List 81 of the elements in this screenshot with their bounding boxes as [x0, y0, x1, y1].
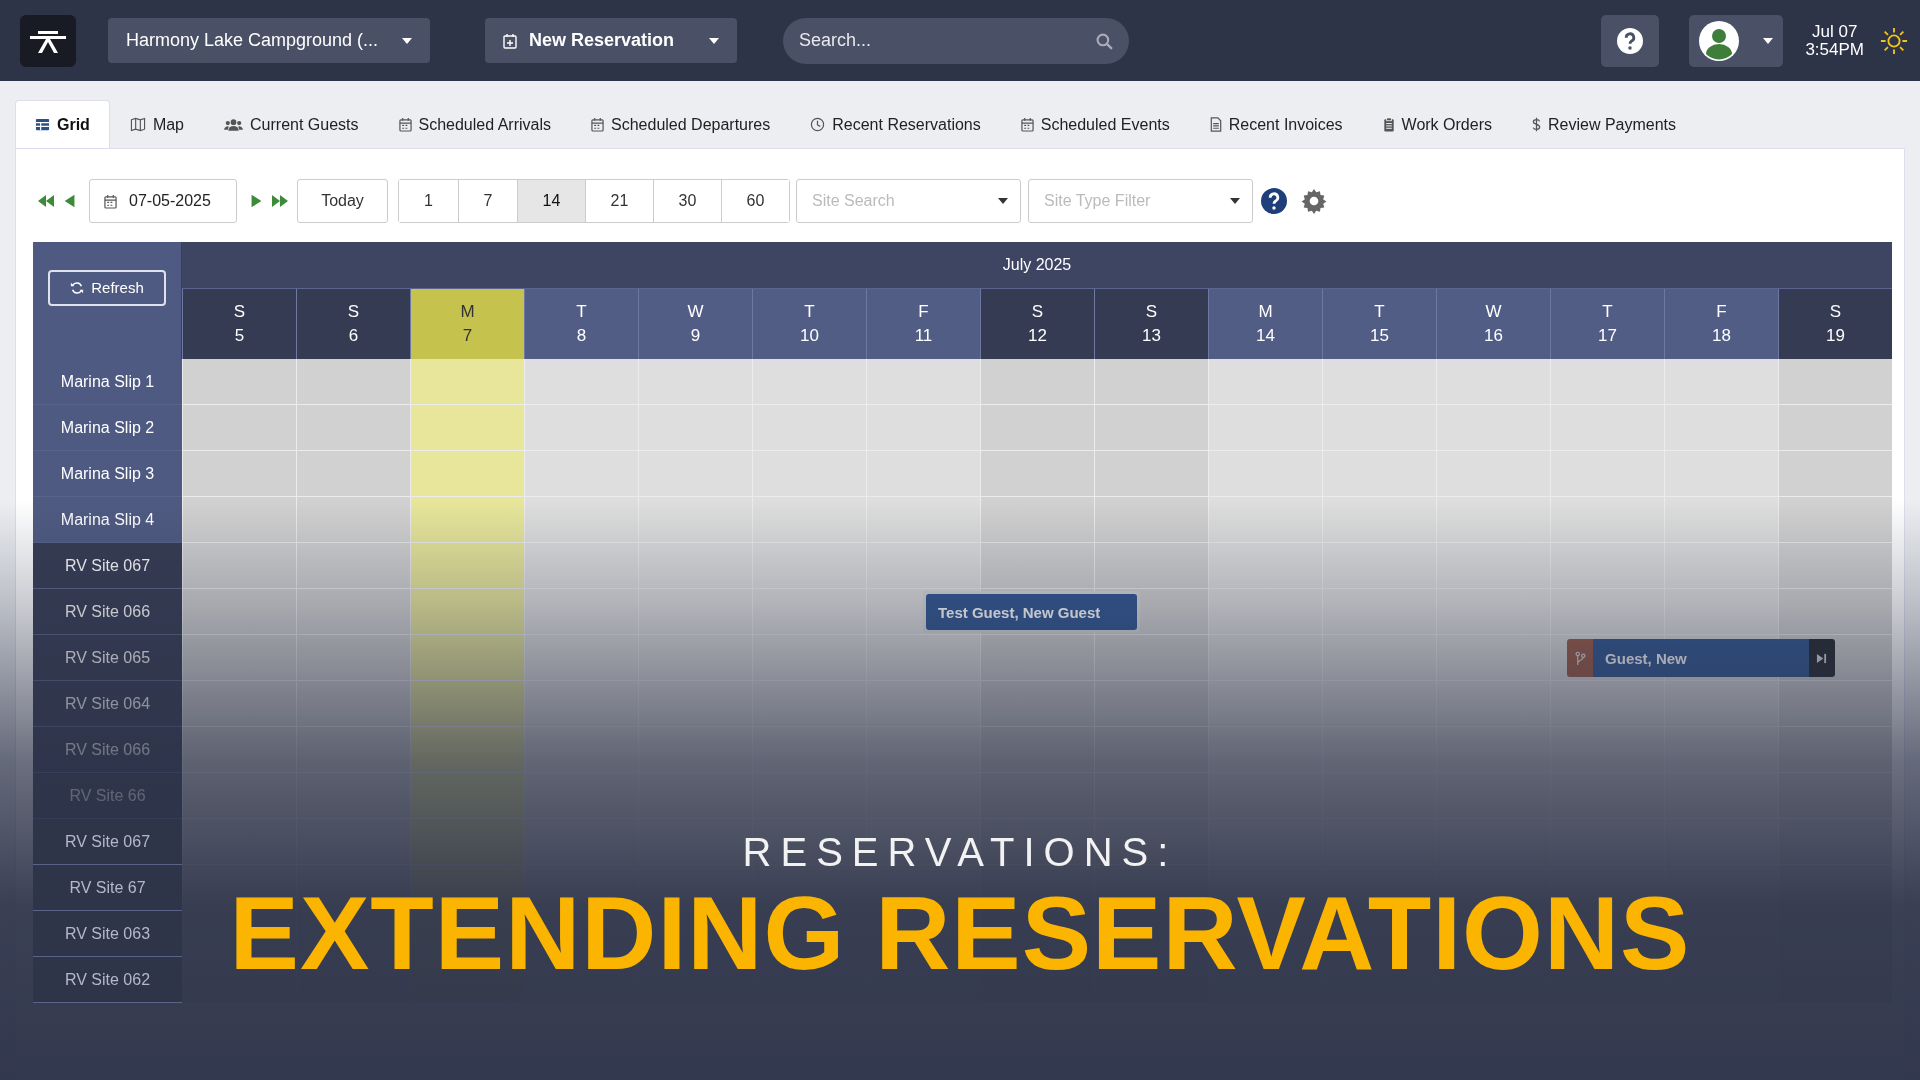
sun-icon[interactable]	[1880, 26, 1908, 55]
tab[interactable]: Work Orders	[1362, 100, 1512, 148]
site-label[interactable]: RV Site 064	[33, 681, 182, 727]
calendar-icon	[398, 117, 412, 132]
user-menu-button[interactable]	[1689, 14, 1784, 67]
caret-icon	[1230, 198, 1240, 204]
branch-icon[interactable]	[1567, 639, 1594, 677]
day-header[interactable]: T 15	[1322, 289, 1436, 359]
tab[interactable]: Scheduled Arrivals	[378, 100, 571, 148]
caret-icon	[402, 37, 412, 44]
day-header[interactable]: S 13	[1094, 289, 1208, 359]
day-header[interactable]: W 16	[1436, 289, 1550, 359]
search-field[interactable]: Search...	[783, 17, 1129, 64]
help-icon	[1617, 27, 1644, 54]
calendar-icon	[104, 193, 117, 209]
grid-icon	[35, 117, 50, 132]
date-field[interactable]: 07-05-2025	[89, 179, 237, 223]
reservation-bar[interactable]: Guest, New	[1593, 639, 1809, 677]
site-label[interactable]: RV Site 67	[33, 865, 182, 911]
day-header[interactable]: M 7	[410, 289, 524, 359]
day-header[interactable]: S 12	[980, 289, 1094, 359]
site-label[interactable]: Marina Slip 4	[33, 497, 182, 543]
day-header[interactable]: S 6	[296, 289, 410, 359]
day-header[interactable]: T 10	[752, 289, 866, 359]
clock-icon	[810, 117, 826, 132]
site-label[interactable]: Marina Slip 2	[33, 405, 182, 451]
search-icon	[1096, 32, 1113, 50]
tab[interactable]: Map	[109, 100, 204, 148]
calendar-plus-icon	[503, 32, 517, 49]
tab[interactable]: Recent Reservations	[790, 100, 1001, 148]
tab[interactable]: Scheduled Events	[1000, 100, 1190, 148]
avatar-icon	[1699, 20, 1740, 61]
date-text: Jul 07	[1811, 22, 1859, 41]
range-button[interactable]: 60	[721, 180, 789, 222]
clipboard-icon	[1382, 117, 1395, 132]
tab[interactable]: Grid	[15, 100, 110, 148]
site-label[interactable]: RV Site 067	[33, 819, 182, 865]
subtitle-text: RESERVATIONS:	[742, 830, 1178, 875]
tab[interactable]: Scheduled Departures	[571, 100, 791, 148]
refresh-button[interactable]: Refresh	[48, 269, 166, 306]
tab[interactable]: Current Guests	[204, 100, 379, 148]
calendar-icon	[1020, 117, 1034, 132]
refresh-icon	[70, 280, 85, 295]
site-label[interactable]: Marina Slip 3	[33, 451, 182, 497]
range-button[interactable]: 14	[517, 180, 585, 222]
caret-icon	[709, 37, 719, 44]
site-label[interactable]: Marina Slip 1	[33, 359, 182, 405]
new-reservation-button[interactable]: New Reservation	[485, 18, 737, 63]
site-label[interactable]: RV Site 062	[33, 957, 182, 1003]
today-button[interactable]: Today	[297, 179, 388, 223]
help-icon[interactable]	[1261, 188, 1287, 214]
day-header[interactable]: T 8	[524, 289, 638, 359]
campground-dropdown[interactable]: Harmony Lake Campground (...	[108, 18, 430, 63]
caret-icon	[1763, 37, 1774, 44]
day-header[interactable]: F 18	[1664, 289, 1778, 359]
logo[interactable]	[20, 14, 76, 67]
site-label[interactable]: RV Site 067	[33, 543, 182, 589]
calendar-icon	[591, 117, 604, 132]
extend-icon[interactable]	[1809, 639, 1835, 677]
tab[interactable]: Review Payments	[1511, 100, 1696, 148]
site-label[interactable]: RV Site 065	[33, 635, 182, 681]
month-header: July 2025	[182, 242, 1892, 289]
reservation-bar[interactable]: Test Guest, New Guest	[926, 594, 1137, 630]
day-header[interactable]: S 19	[1778, 289, 1892, 359]
tab[interactable]: Recent Invoices	[1189, 100, 1363, 148]
document-icon	[1209, 117, 1222, 132]
help-button[interactable]	[1601, 14, 1660, 67]
caret-icon	[998, 198, 1008, 204]
site-label[interactable]: RV Site 063	[33, 911, 182, 957]
site-label[interactable]: RV Site 066	[33, 589, 182, 635]
day-header[interactable]: W 9	[638, 289, 752, 359]
day-header[interactable]: M 14	[1208, 289, 1322, 359]
title-text: EXTENDING RESERVATIONS	[229, 881, 1691, 985]
time-text: 3:54PM	[1805, 40, 1864, 59]
map-icon	[129, 117, 146, 132]
day-header[interactable]: S 5	[182, 289, 296, 359]
settings-icon[interactable]	[1301, 188, 1327, 214]
day-header[interactable]: T 17	[1550, 289, 1664, 359]
users-icon	[224, 117, 243, 132]
dollar-icon	[1531, 117, 1541, 132]
day-header[interactable]: F 11	[866, 289, 980, 359]
